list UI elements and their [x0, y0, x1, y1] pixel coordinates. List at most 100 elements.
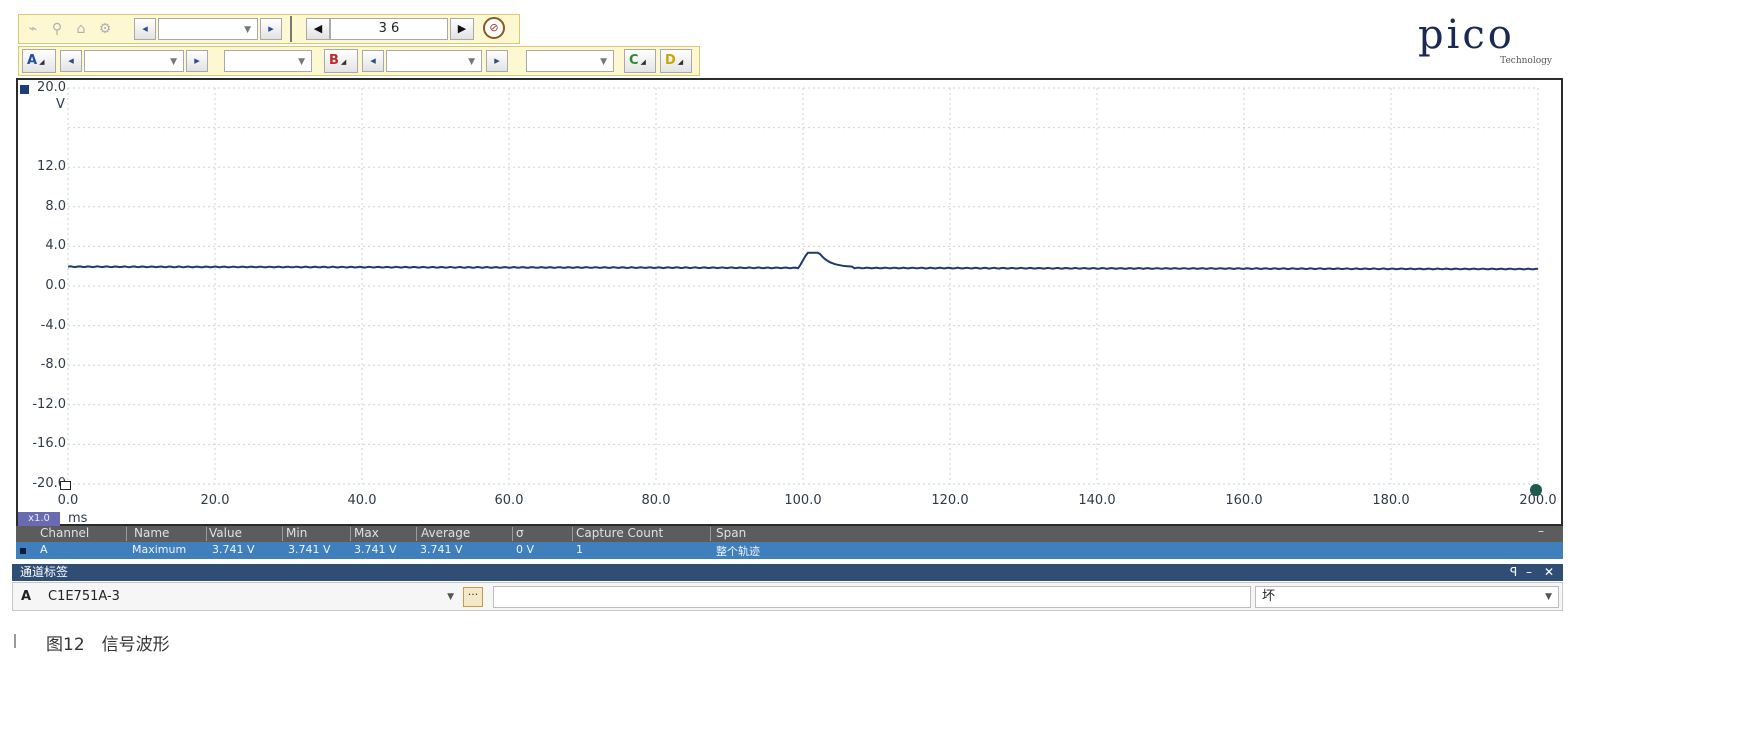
scope-plot[interactable] [16, 78, 1563, 526]
timebase-next-button[interactable]: ▸ [260, 18, 282, 40]
channel-b-prev-button[interactable]: ◂ [362, 50, 384, 72]
measurement-column-header[interactable]: Average [421, 526, 470, 540]
chevron-down-icon: ▼ [170, 57, 177, 67]
column-separator [350, 527, 351, 541]
measurement-cell: 3.741 V [354, 543, 397, 556]
y-axis-unit: V [56, 97, 65, 112]
x-tick-label: 100.0 [784, 493, 822, 508]
chevron-down-icon: ▼ [1545, 592, 1552, 602]
timebase-select[interactable]: ▼ [158, 18, 258, 40]
measurement-column-header[interactable]: Value [209, 526, 242, 540]
minimize-icon[interactable]: – [1526, 564, 1532, 581]
channel-c-button[interactable]: C ◢ [624, 49, 656, 73]
channel-a-button[interactable]: A ◢ [22, 49, 56, 73]
channel-a-range-select[interactable]: ▼ [84, 50, 184, 72]
channel-label-select[interactable]: C1E751A-3 ▼ [41, 586, 459, 608]
y-tick-label: -8.0 [40, 357, 66, 373]
x-axis-unit: ms [68, 511, 88, 526]
x-tick-label: 20.0 [200, 493, 230, 508]
y-tick-label: -20.0 [32, 476, 66, 491]
tools-icon[interactable]: ⚙ [94, 18, 116, 40]
samples-prev-button[interactable]: ◀ [306, 18, 330, 40]
chevron-down-icon: ▼ [447, 592, 454, 602]
collapse-icon[interactable]: – [1538, 524, 1544, 538]
ruler-handle-right[interactable] [1530, 484, 1542, 496]
channel-d-button[interactable]: D ◢ [660, 49, 692, 73]
figure-caption: 图12 信号波形 [46, 635, 170, 655]
y-tick-label: -4.0 [40, 317, 66, 333]
x-tick-label: 40.0 [347, 493, 377, 508]
trigger-compass-icon[interactable]: ⊘ [483, 17, 505, 39]
samples-field[interactable]: 3 6 [330, 18, 448, 40]
x-tick-label: 180.0 [1372, 493, 1410, 508]
channel-a-next-button[interactable]: ▸ [186, 50, 208, 72]
measurements-header: Channel Name Value Min Max Average σ Capture Co… [16, 524, 1563, 542]
caption-marker [14, 634, 16, 648]
channel-b-button[interactable]: B ◢ [324, 49, 358, 73]
measurement-cell: 整个轨迹 [716, 545, 760, 558]
channel-label-panel-title: 通道标签 [20, 565, 69, 579]
measurement-cell: A [40, 543, 48, 556]
channel-label-panel-titlebar: 通道标签 ꟼ – ✕ [12, 564, 1563, 581]
x-tick-label: 120.0 [931, 493, 969, 508]
y-tick-label: 0.0 [45, 278, 66, 293]
timebase-prev-button[interactable]: ◂ [134, 18, 156, 40]
channel-label-channel: A [21, 589, 32, 604]
measurement-column-header[interactable]: Channel [40, 526, 89, 540]
close-icon[interactable]: ✕ [1544, 564, 1554, 581]
measurement-cell: 3.741 V [288, 543, 331, 556]
y-tick-label: 8.0 [45, 198, 66, 214]
scope-plot-svg[interactable] [18, 80, 1561, 524]
chevron-down-icon: ▼ [244, 25, 251, 35]
x-tick-label: 0.0 [57, 493, 79, 508]
channel-label-row: A C1E751A-3 ▼ ··· 坏 ▼ [12, 582, 1563, 611]
measurement-cell: 1 [576, 543, 583, 556]
y-tick-label: 20.0 [37, 80, 66, 95]
channel-b-range-select[interactable]: ▼ [386, 50, 482, 72]
chevron-down-icon: ▼ [468, 57, 475, 67]
measurement-column-header[interactable]: Span [716, 526, 746, 540]
pin-icon[interactable]: ꟼ [1510, 564, 1517, 581]
measurement-cell: 3.741 V [420, 543, 463, 556]
chevron-down-icon: ▼ [600, 57, 607, 67]
column-separator [416, 527, 417, 541]
scope-icon[interactable]: ⌁ [22, 18, 44, 40]
x-tick-label: 160.0 [1225, 493, 1263, 508]
zoom-badge[interactable]: x1.0 [18, 512, 60, 526]
measurement-column-header[interactable]: Name [134, 526, 169, 540]
measurement-column-header[interactable]: Capture Count [576, 526, 663, 540]
x-tick-label: 140.0 [1078, 493, 1116, 508]
measurement-column-header[interactable]: σ [516, 526, 524, 540]
measurement-row[interactable]: A Maximum 3.741 V 3.741 V 3.741 V 3.741 V 0 V 1… [16, 542, 1563, 559]
channel-a-coupling-select[interactable]: ▼ [224, 50, 312, 72]
pico-logo: pico Technology [1418, 14, 1558, 76]
pico-logo-text: pico [1418, 12, 1515, 58]
measurement-cell: 3.741 V [212, 543, 255, 556]
measurement-column-header[interactable]: Max [354, 526, 379, 540]
y-tick-label: 12.0 [37, 159, 66, 175]
channel-status-select[interactable]: 坏 ▼ [1255, 586, 1559, 608]
channel-label-description-input[interactable] [493, 586, 1251, 608]
measurement-column-header[interactable]: Min [286, 526, 307, 540]
y-tick-label: -16.0 [32, 436, 66, 452]
channel-b-coupling-select[interactable]: ▼ [526, 50, 614, 72]
more-options-button[interactable]: ··· [463, 587, 483, 607]
row-color-marker [20, 548, 26, 554]
x-tick-label: 60.0 [494, 493, 524, 508]
samples-next-button[interactable]: ▶ [450, 18, 474, 40]
toolbar-divider [290, 16, 292, 42]
column-separator [710, 527, 711, 541]
measurement-cell: Maximum [132, 543, 187, 556]
column-separator [126, 527, 127, 541]
column-separator [206, 527, 207, 541]
column-separator [282, 527, 283, 541]
channel-a-prev-button[interactable]: ◂ [60, 50, 82, 72]
ruler-handle-left[interactable] [60, 481, 71, 490]
column-separator [512, 527, 513, 541]
column-separator [572, 527, 573, 541]
channel-b-next-button[interactable]: ▸ [486, 50, 508, 72]
y-tick-label: 4.0 [45, 238, 66, 254]
measurement-cell: 0 V [516, 543, 535, 556]
probe-icon[interactable]: ⚲ [46, 18, 68, 40]
home-icon[interactable]: ⌂ [70, 18, 92, 40]
